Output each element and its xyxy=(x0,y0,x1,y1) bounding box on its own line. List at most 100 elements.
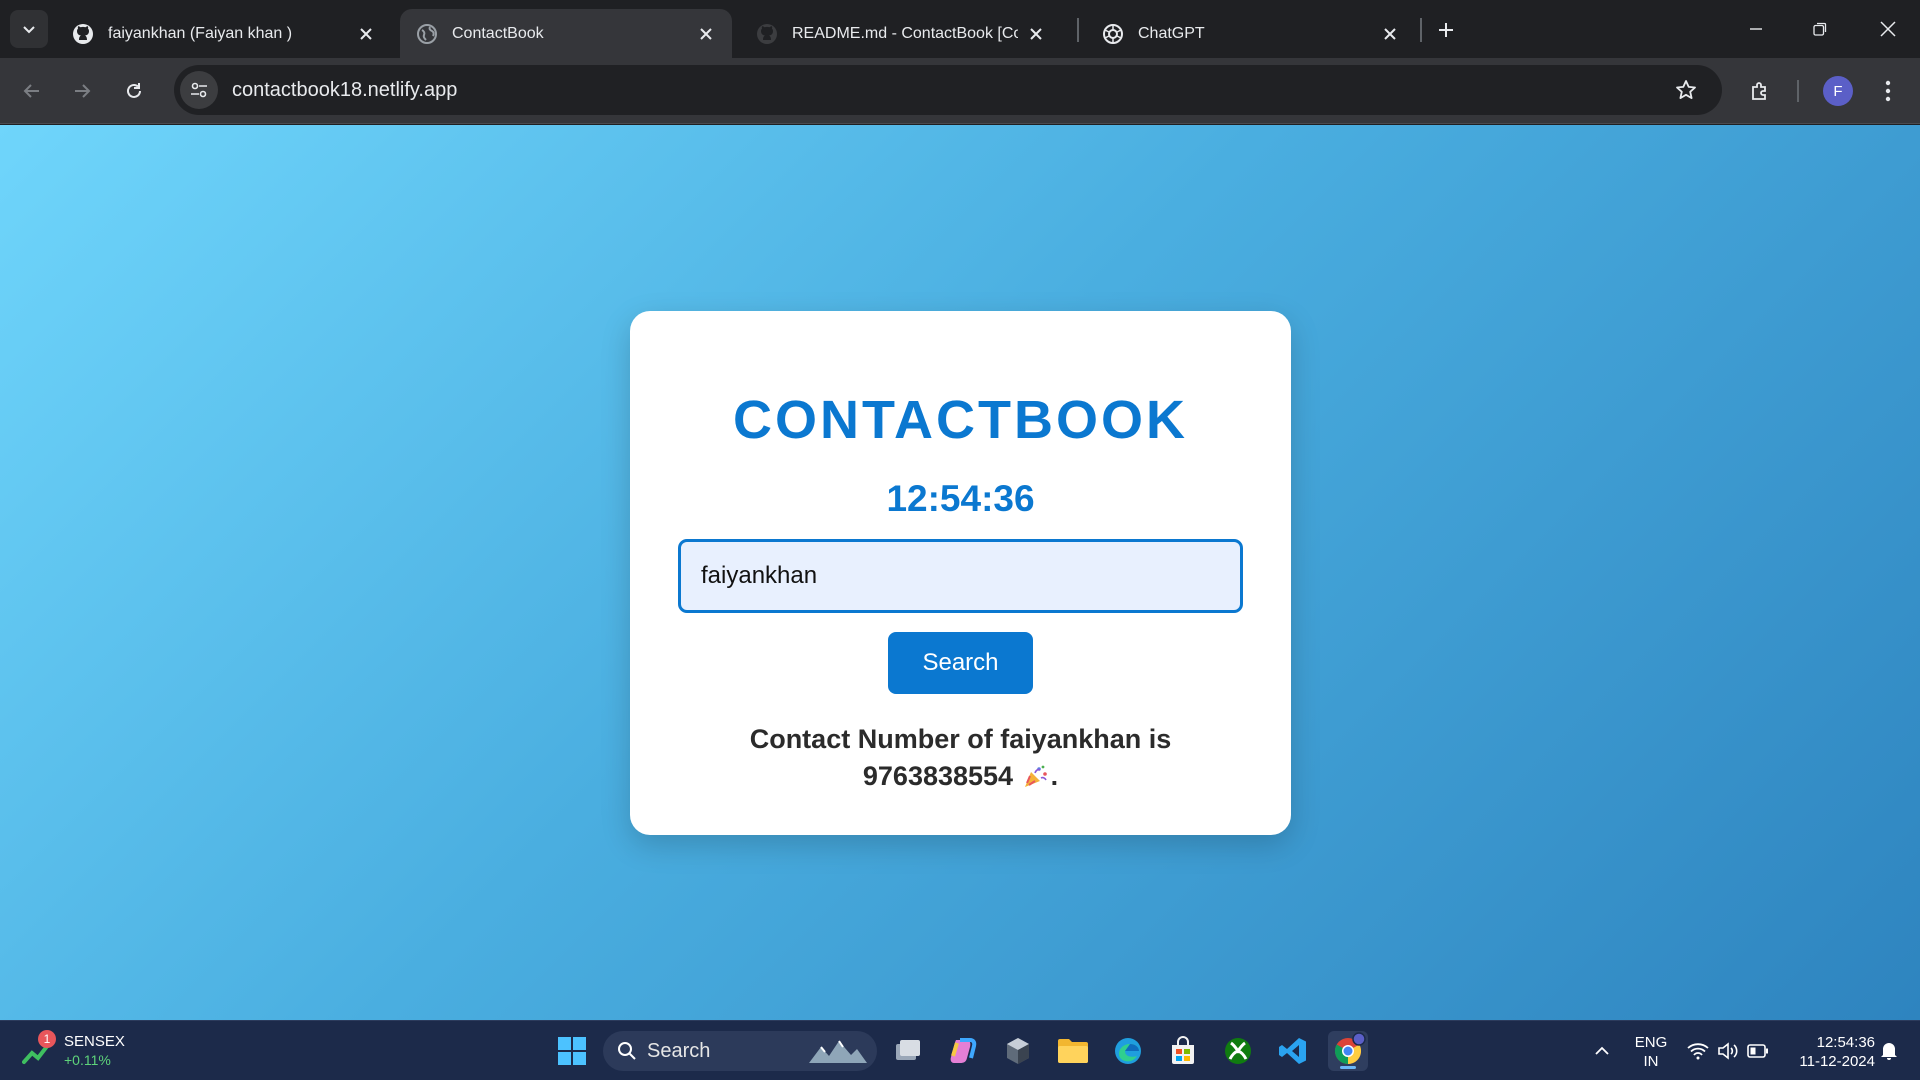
close-icon[interactable] xyxy=(1378,22,1402,46)
edge-button[interactable] xyxy=(1108,1031,1148,1071)
volume-status[interactable] xyxy=(1714,1021,1742,1080)
restore-button[interactable] xyxy=(1788,0,1852,58)
store-button[interactable] xyxy=(1163,1031,1203,1071)
app-button[interactable] xyxy=(998,1031,1038,1071)
puzzle-icon xyxy=(1752,82,1766,100)
wifi-status[interactable] xyxy=(1684,1021,1712,1080)
taskbar-time: 12:54:36 xyxy=(1816,1034,1875,1051)
vscode-button[interactable] xyxy=(1273,1031,1313,1071)
region-code: IN xyxy=(1643,1053,1659,1070)
tab-title: ContactBook xyxy=(452,24,544,42)
arrow-right-icon xyxy=(75,84,91,98)
active-indicator xyxy=(1340,1066,1356,1069)
back-button[interactable] xyxy=(14,73,50,109)
battery-icon xyxy=(1747,1044,1768,1058)
globe-icon xyxy=(416,23,438,45)
tab-divider xyxy=(1420,18,1422,42)
search-button[interactable]: Search xyxy=(888,632,1033,694)
page-viewport: CONTACTBOOK 12:54:36 Search Contact Numb… xyxy=(0,125,1920,1020)
language-code: ENG xyxy=(1634,1034,1668,1051)
task-view-button[interactable] xyxy=(888,1031,928,1071)
tab-title: README.md - ContactBook [Code xyxy=(792,24,1018,42)
tab-divider xyxy=(1077,18,1079,42)
plus-icon xyxy=(1439,23,1453,37)
restore-icon xyxy=(1813,22,1827,36)
file-explorer-button[interactable] xyxy=(1053,1031,1093,1071)
close-icon[interactable] xyxy=(1024,22,1048,46)
toolbar-divider xyxy=(1797,80,1799,102)
search-icon xyxy=(618,1042,636,1060)
tab-github-profile[interactable]: faiyankhan (Faiyan khan ) xyxy=(56,9,392,58)
store-icon xyxy=(1172,1036,1194,1064)
bell-icon xyxy=(1881,1043,1897,1060)
close-icon xyxy=(1880,21,1896,37)
show-hidden-icons-button[interactable] xyxy=(1586,1021,1618,1080)
browser-toolbar: contactbook18.netlify.app F xyxy=(0,58,1920,124)
task-view-icon xyxy=(896,1040,920,1060)
taskbar-search[interactable]: Search xyxy=(603,1031,877,1071)
clock-date[interactable]: 12:54:36 11-12-2024 xyxy=(1775,1033,1875,1071)
github-icon xyxy=(756,23,778,45)
search-label: Search xyxy=(647,1039,711,1062)
chrome-button[interactable] xyxy=(1328,1031,1368,1071)
xbox-button[interactable] xyxy=(1218,1031,1258,1071)
site-info-button[interactable] xyxy=(180,71,218,109)
close-icon[interactable] xyxy=(694,22,718,46)
wifi-icon xyxy=(1687,1043,1709,1060)
tab-title: ChatGPT xyxy=(1138,24,1205,42)
app-icon xyxy=(1007,1038,1029,1064)
new-tab-button[interactable] xyxy=(1430,14,1462,46)
contactbook-card: CONTACTBOOK 12:54:36 Search Contact Numb… xyxy=(630,311,1291,835)
taskbar-date: 11-12-2024 xyxy=(1799,1053,1875,1070)
browser-menu-button[interactable] xyxy=(1870,73,1906,109)
widget-value: +0.11% xyxy=(64,1052,111,1068)
name-search-input[interactable] xyxy=(678,539,1243,613)
battery-status[interactable] xyxy=(1744,1021,1772,1080)
live-clock: 12:54:36 xyxy=(886,478,1035,519)
close-window-button[interactable] xyxy=(1856,0,1920,58)
bookmark-button[interactable] xyxy=(1668,72,1704,108)
url-text[interactable]: contactbook18.netlify.app xyxy=(232,79,457,102)
extensions-button[interactable] xyxy=(1742,73,1778,109)
arrow-left-icon xyxy=(23,84,39,98)
tab-contactbook[interactable]: ContactBook xyxy=(400,9,732,58)
stock-chart-icon: 1 xyxy=(22,1030,56,1068)
speaker-icon xyxy=(1718,1042,1738,1060)
more-vertical-icon xyxy=(1885,80,1891,102)
taskbar: 1 SENSEX +0.11% Search ENG IN 12:54:36 1… xyxy=(0,1020,1920,1080)
address-bar[interactable]: contactbook18.netlify.app xyxy=(174,65,1722,115)
tab-strip: faiyankhan (Faiyan khan ) ContactBook RE… xyxy=(0,0,1920,58)
stock-widget[interactable]: 1 SENSEX +0.11% xyxy=(22,1029,132,1073)
tab-title: faiyankhan (Faiyan khan ) xyxy=(108,24,293,42)
tune-icon xyxy=(191,82,207,98)
tab-chatgpt[interactable]: ChatGPT xyxy=(1086,9,1416,58)
notifications-button[interactable] xyxy=(1874,1021,1904,1080)
github-icon xyxy=(72,23,94,45)
result-text: Contact Number of faiyankhan is xyxy=(749,724,1172,754)
forward-button[interactable] xyxy=(64,73,100,109)
tab-search-button[interactable] xyxy=(10,10,48,48)
copilot-icon xyxy=(950,1038,977,1063)
xbox-icon xyxy=(1225,1038,1251,1064)
folder-icon xyxy=(1058,1039,1088,1063)
result-number: 9763838554 xyxy=(862,761,1014,791)
tab-readme-codespace[interactable]: README.md - ContactBook [Code xyxy=(740,9,1062,58)
input-language[interactable]: ENG IN xyxy=(1628,1033,1674,1071)
result-end: . xyxy=(1050,761,1059,791)
reload-icon xyxy=(127,83,141,98)
chatgpt-icon xyxy=(1102,23,1124,45)
windows-logo-icon xyxy=(558,1037,586,1065)
star-icon xyxy=(1676,80,1696,99)
chevron-down-icon xyxy=(23,26,35,34)
reload-button[interactable] xyxy=(116,73,152,109)
minimize-button[interactable] xyxy=(1724,0,1788,58)
notification-badge: 1 xyxy=(38,1030,56,1048)
profile-avatar[interactable]: F xyxy=(1823,76,1853,106)
mountain-highlight-icon xyxy=(809,1040,867,1063)
vscode-icon xyxy=(1279,1038,1306,1064)
page-title: CONTACTBOOK xyxy=(733,390,1188,450)
start-button[interactable] xyxy=(552,1031,592,1071)
edge-icon xyxy=(1115,1038,1141,1064)
close-icon[interactable] xyxy=(354,22,378,46)
copilot-button[interactable] xyxy=(943,1031,983,1071)
